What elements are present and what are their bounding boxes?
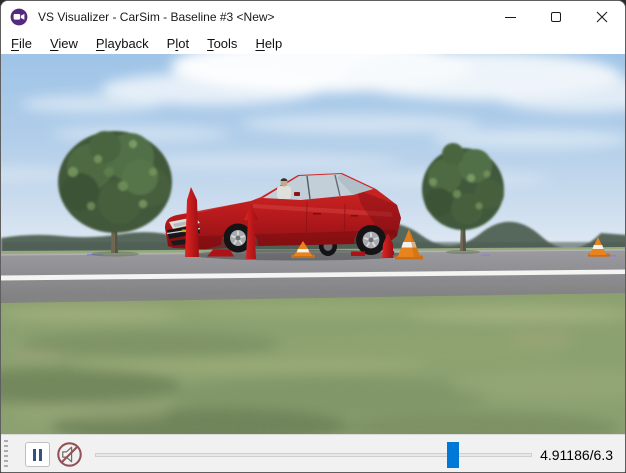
- minimize-icon: [505, 17, 516, 18]
- maximize-button[interactable]: [533, 1, 579, 33]
- menu-tools[interactable]: Tools: [198, 35, 246, 52]
- tree-left-canopy: [58, 131, 172, 233]
- playback-toolbar: 4.91186/6.3: [1, 434, 625, 473]
- toolbar-grip[interactable]: [4, 440, 8, 470]
- title-bar: VS Visualizer - CarSim - Baseline #3 <Ne…: [1, 1, 625, 33]
- muted-speaker-icon: [56, 441, 83, 468]
- menu-bar: File View Playback Plot Tools Help: [1, 33, 625, 54]
- viewport-3d[interactable]: [1, 54, 626, 434]
- car-emblem: [182, 230, 187, 233]
- slider-track[interactable]: [95, 453, 532, 457]
- maximize-icon: [551, 12, 561, 22]
- menu-playback[interactable]: Playback: [87, 35, 158, 52]
- timeline-slider[interactable]: [95, 441, 532, 469]
- menu-file[interactable]: File: [2, 35, 41, 52]
- close-icon: [596, 11, 608, 23]
- time-display: 4.91186/6.3: [540, 447, 613, 463]
- pause-button[interactable]: [25, 442, 50, 467]
- car-door-handle: [313, 213, 321, 215]
- road-marker-purple-2: [481, 255, 490, 256]
- red-ramp-rear: [351, 252, 365, 257]
- menu-view[interactable]: View: [41, 35, 87, 52]
- pause-icon: [33, 449, 36, 461]
- window-title: VS Visualizer - CarSim - Baseline #3 <Ne…: [38, 10, 275, 24]
- car-rear-wheel: [356, 225, 386, 255]
- close-button[interactable]: [579, 1, 625, 33]
- car-mirror: [294, 192, 300, 196]
- mute-button[interactable]: [56, 441, 83, 468]
- menu-plot[interactable]: Plot: [158, 35, 198, 52]
- menu-help[interactable]: Help: [246, 35, 291, 52]
- app-window: VS Visualizer - CarSim - Baseline #3 <Ne…: [0, 0, 626, 473]
- minimize-button[interactable]: [487, 1, 533, 33]
- scene-3d: [1, 54, 626, 434]
- pause-icon: [39, 449, 42, 461]
- grass-foreground: [1, 293, 626, 434]
- playback-slider-handle[interactable]: [447, 442, 459, 468]
- app-icon[interactable]: [10, 8, 28, 26]
